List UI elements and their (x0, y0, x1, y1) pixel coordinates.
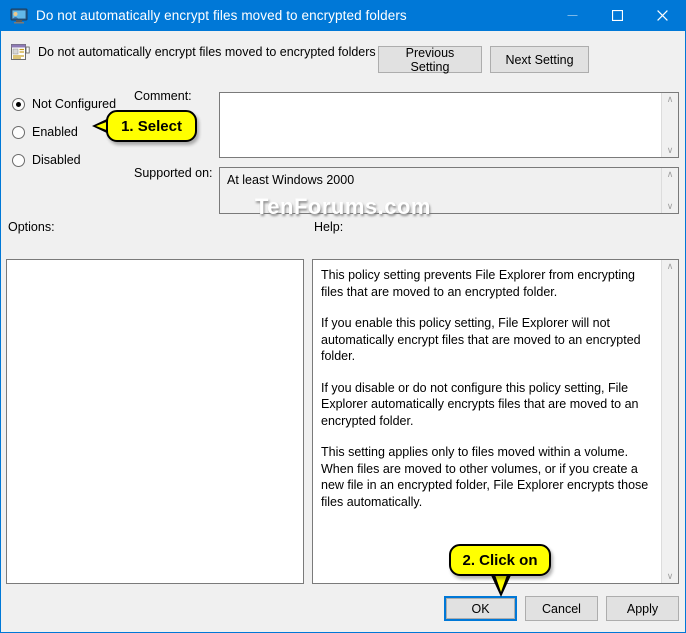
help-paragraph: If you enable this policy setting, File … (321, 316, 641, 363)
ok-button-focus-ring: OK (444, 596, 517, 621)
policy-document-icon (10, 42, 30, 62)
callout-step2: 2. Click on (449, 544, 551, 576)
radio-disabled[interactable]: Disabled (12, 146, 132, 174)
radio-mark-icon (12, 97, 25, 111)
callout-tail-step2 (490, 572, 512, 597)
previous-setting-button[interactable]: Previous Setting (378, 46, 482, 74)
radio-label-enabled: Enabled (32, 125, 78, 139)
supported-on-label: Supported on: (134, 166, 213, 180)
scroll-up-icon[interactable]: ∧ (667, 170, 674, 179)
options-content (7, 260, 303, 583)
setting-name: Do not automatically encrypt files moved… (38, 45, 376, 59)
help-content: This policy setting prevents File Explor… (313, 260, 661, 583)
options-label: Options: (8, 220, 55, 234)
ok-button[interactable]: OK (446, 598, 515, 619)
radio-mark-icon (12, 153, 25, 167)
scroll-up-icon[interactable]: ∧ (667, 95, 674, 104)
comment-scrollbar[interactable]: ∧ ∨ (661, 93, 678, 157)
next-setting-button[interactable]: Next Setting (490, 46, 589, 73)
radio-label-disabled: Disabled (32, 153, 81, 167)
help-paragraph: This setting applies only to files moved… (321, 445, 649, 509)
help-label: Help: (314, 220, 344, 234)
group-policy-setting-window: Do not automatically encrypt files moved… (0, 0, 686, 633)
callout-step1: 1. Select (106, 110, 197, 142)
scroll-down-icon[interactable]: ∨ (667, 146, 674, 155)
window-controls (550, 0, 685, 31)
help-paragraph: This policy setting prevents File Explor… (321, 268, 636, 299)
window-title: Do not automatically encrypt files moved… (36, 8, 407, 23)
help-pane: This policy setting prevents File Explor… (312, 259, 679, 584)
comment-field[interactable]: ∧ ∨ (219, 92, 679, 158)
radio-mark-icon (12, 125, 25, 139)
supported-on-field: At least Windows 2000 ∧ ∨ (219, 167, 679, 214)
supported-on-scrollbar[interactable]: ∧ ∨ (661, 168, 678, 213)
radio-label-not-configured: Not Configured (32, 97, 117, 111)
scroll-up-icon[interactable]: ∧ (667, 262, 674, 271)
comment-label: Comment: (134, 89, 192, 103)
apply-button[interactable]: Apply (606, 596, 679, 621)
options-pane[interactable] (6, 259, 304, 584)
cancel-button[interactable]: Cancel (525, 596, 598, 621)
minimize-button[interactable] (550, 0, 595, 31)
supported-on-value: At least Windows 2000 (227, 173, 355, 187)
help-paragraph: If you disable or do not configure this … (321, 380, 639, 428)
scroll-down-icon[interactable]: ∨ (667, 202, 674, 211)
dialog-footer: OK Cancel Apply (444, 596, 679, 621)
scroll-down-icon[interactable]: ∨ (667, 572, 674, 581)
group-policy-setting-icon (10, 7, 28, 25)
comment-value[interactable] (220, 93, 661, 157)
help-scrollbar[interactable]: ∧ ∨ (661, 260, 678, 583)
setting-nav-buttons: Previous Setting Next Setting (378, 46, 589, 74)
title-bar: Do not automatically encrypt files moved… (1, 0, 685, 31)
close-button[interactable] (640, 0, 685, 31)
maximize-button[interactable] (595, 0, 640, 31)
